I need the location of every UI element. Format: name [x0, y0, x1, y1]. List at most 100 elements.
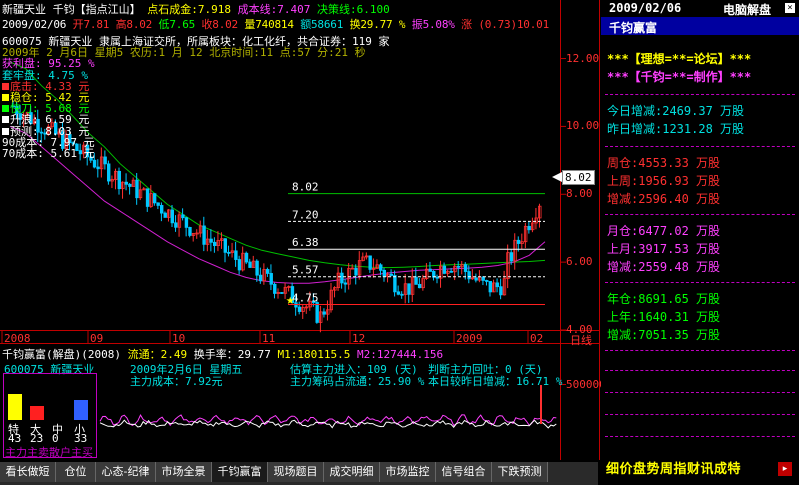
- legend-bar: [30, 406, 44, 420]
- tab-0[interactable]: 看长做短: [0, 462, 56, 482]
- candle-body: [234, 250, 238, 260]
- candle-body: [435, 276, 439, 279]
- panel-title: 电脑解盘: [723, 3, 772, 17]
- candle-body: [255, 260, 259, 276]
- tab-1[interactable]: 仓位: [56, 462, 96, 482]
- candle-body: [393, 275, 397, 293]
- divider: [605, 436, 795, 437]
- cost-value: 7.407: [277, 3, 311, 16]
- month-label: 月仓:: [607, 224, 639, 238]
- candle-body: [188, 226, 192, 236]
- tab-4[interactable]: 千钧赢富: [212, 462, 268, 482]
- candle-body: [456, 265, 461, 268]
- candle-body: [181, 214, 185, 219]
- lastmonth-row: 上月:3917.53 万股: [607, 242, 720, 256]
- stock-name: 新疆天业: [2, 3, 46, 16]
- candle-body: [481, 276, 485, 281]
- tab-8[interactable]: 信号组合: [436, 462, 492, 482]
- x-tick-label: 2008: [4, 332, 31, 345]
- main-chart-area[interactable]: 8.02 7.20 6.38 5.57 4.75 ★ 新疆天业 千钧【指点江山】 点石成金…: [0, 0, 606, 462]
- quote-high: 高8.02: [115, 18, 153, 31]
- candle-body: [449, 270, 454, 273]
- decision-value: 6.100: [356, 3, 390, 16]
- candle-body: [280, 292, 284, 294]
- panel-close-icon[interactable]: ×: [785, 3, 795, 13]
- candle-body: [202, 225, 206, 245]
- legend-bar: [74, 400, 88, 420]
- lastweek-row: 上周:1956.93 万股: [607, 174, 720, 188]
- stat-text: 70成本: 5.61 元: [2, 147, 95, 160]
- candle-body: [463, 264, 468, 272]
- candle-body: [269, 273, 273, 285]
- m1-label: M1:: [277, 348, 298, 361]
- lower-title: 千钧赢富(解盘)(2008): [2, 348, 121, 361]
- tab-5[interactable]: 现场题目: [268, 462, 324, 482]
- candle-body: [340, 272, 344, 284]
- month-delta-label: 增减:: [607, 260, 639, 274]
- lastweek-value: 1956.93 万股: [638, 174, 721, 188]
- candle-body: [442, 265, 447, 274]
- candle-body: [103, 156, 107, 165]
- tab-3[interactable]: 市场全景: [156, 462, 212, 482]
- side-tab-labels[interactable]: 细价盘势周指财讯成特: [606, 461, 741, 479]
- tab-7[interactable]: 市场监控: [380, 462, 436, 482]
- y-tick-label: 10.00: [566, 119, 600, 133]
- candle-body: [343, 282, 348, 285]
- candle-body: [499, 286, 503, 296]
- price-tag-pointer: [552, 172, 562, 182]
- tab-2[interactable]: 心态-纪律: [96, 462, 156, 482]
- point-stone-label: 点石成金: [147, 3, 192, 16]
- x-tick-label: 2009: [456, 332, 483, 345]
- candle-body: [237, 259, 242, 271]
- candle-body: [174, 222, 178, 228]
- current-price-tag: 8.02: [562, 170, 595, 185]
- x-tick-label: 02: [530, 332, 544, 345]
- level-label: 4.75: [292, 292, 319, 305]
- candle-body: [509, 252, 514, 262]
- tab-6[interactable]: 成交明细: [324, 462, 380, 482]
- tab-9[interactable]: 下跌预测: [492, 462, 548, 482]
- lower-chip: 主力筹码占流通：25.90 %: [290, 375, 425, 388]
- side-tab-strip[interactable]: 细价盘势周指财讯成特 ▸: [598, 460, 799, 485]
- m1-value: 180115.5: [297, 348, 351, 361]
- candle-body: [389, 273, 394, 276]
- stat-line: 70成本: 5.61 元: [2, 148, 95, 160]
- low-star-icon: ★: [286, 292, 295, 308]
- lastmonth-label: 上月:: [607, 242, 639, 256]
- m2-label: M2:: [356, 348, 377, 361]
- candle-body: [107, 163, 111, 182]
- week-label: 周仓:: [607, 156, 639, 170]
- candle-body: [516, 239, 521, 244]
- candle-body: [315, 302, 319, 323]
- year-delta-value: 7051.35 万股: [638, 328, 721, 342]
- y-tick-label: 6.00: [566, 255, 593, 269]
- year-delta-row: 增减:7051.35 万股: [607, 328, 720, 342]
- candle-body: [124, 181, 129, 185]
- panel-header: 2009/02/06 电脑解盘 ×: [601, 0, 799, 17]
- today-label: 今日增减:: [607, 104, 663, 118]
- year-delta-label: 增减:: [607, 328, 639, 342]
- week-value: 4553.33 万股: [638, 156, 721, 170]
- candle-body: [322, 311, 326, 315]
- candle-body: [400, 293, 404, 296]
- candle-body: [152, 193, 157, 204]
- candle-body: [223, 238, 227, 253]
- divider: [605, 94, 795, 95]
- float-value: 2.49: [160, 348, 188, 361]
- candle-body: [212, 241, 217, 246]
- side-tab-arrow-icon[interactable]: ▸: [778, 462, 792, 476]
- divider: [605, 350, 795, 351]
- candle-body: [135, 179, 139, 199]
- lower-y-label: 500000: [566, 378, 606, 391]
- quote-change: 换29.77 %: [349, 18, 406, 31]
- divider: [605, 282, 795, 283]
- quote-close: 收8.02: [201, 18, 238, 31]
- level-label: 5.57: [292, 264, 319, 277]
- month-row: 月仓:6477.02 万股: [607, 224, 720, 238]
- level-label: 7.20: [292, 208, 319, 221]
- panel-line1: ***【理想=**=论坛】***: [607, 52, 752, 66]
- divider: [605, 214, 795, 215]
- chart-header: 新疆天业 千钧【指点江山】 点石成金:7.918 成本线:7.407 决策线:6…: [2, 3, 390, 16]
- yesterday-value: 1231.28 万股: [662, 122, 745, 136]
- lastyear-label: 上年:: [607, 310, 639, 324]
